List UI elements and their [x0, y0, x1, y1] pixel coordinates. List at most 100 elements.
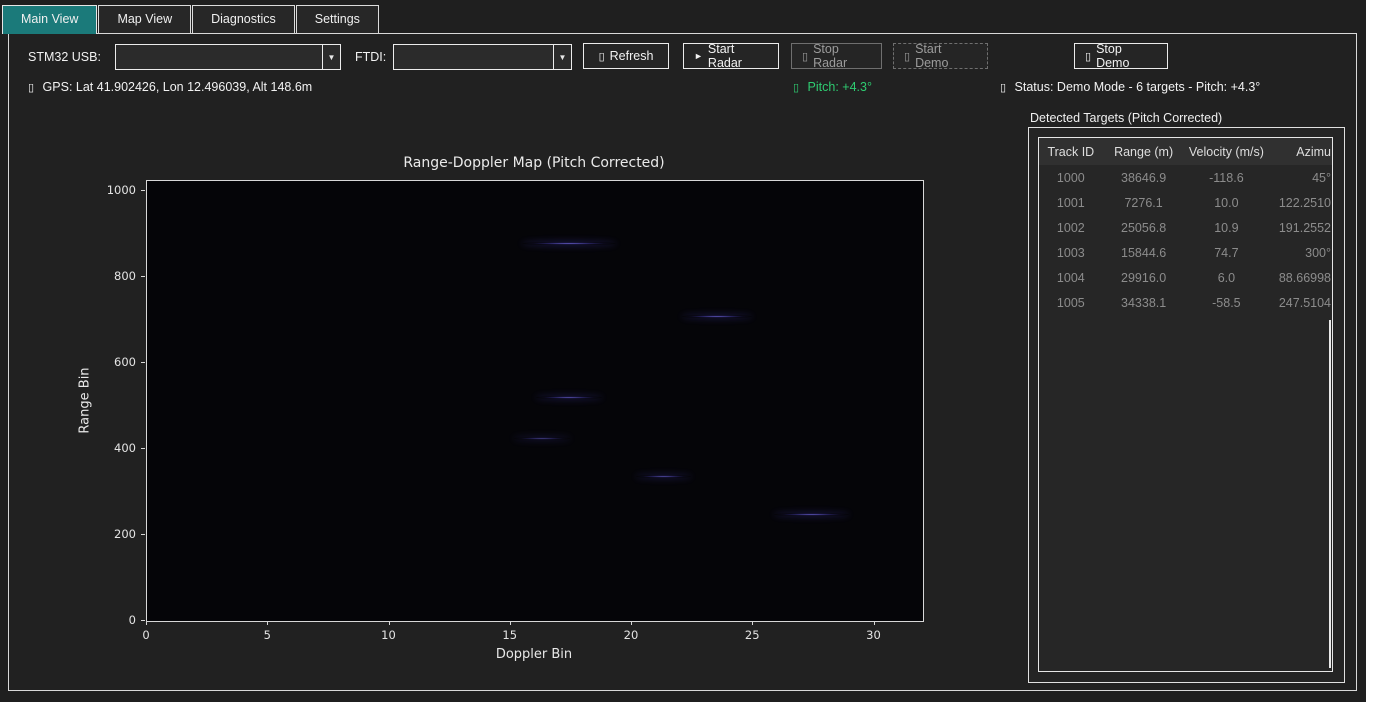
table-cell: 45°: [1268, 171, 1332, 185]
start-radar-button-label: Start Radar: [708, 42, 768, 70]
app-window: Main View Map View Diagnostics Settings …: [0, 0, 1366, 702]
table-cell: 15844.6: [1103, 246, 1185, 260]
stm32-dropdown-button[interactable]: ▼: [322, 45, 340, 69]
tab-settings[interactable]: Settings: [296, 5, 379, 33]
refresh-button-label: Refresh: [610, 49, 654, 63]
stop-demo-button-label: Stop Demo: [1096, 42, 1157, 70]
x-tick-label: 25: [732, 628, 772, 642]
column-header-range[interactable]: Range (m): [1103, 145, 1185, 159]
y-tick-label: 600: [88, 355, 136, 369]
status-icon: ▯: [1000, 82, 1006, 94]
column-header-azimuth[interactable]: Azimu: [1268, 145, 1332, 159]
gps-status: ▯ GPS: Lat 41.902426, Lon 12.496039, Alt…: [28, 80, 312, 94]
pitch-indicator: ▯ Pitch: +4.3°: [793, 80, 872, 94]
table-cell: 1000: [1039, 171, 1103, 185]
targets-table: Track ID Range (m) Velocity (m/s) Azimu …: [1038, 137, 1333, 672]
table-cell: 34338.1: [1103, 296, 1185, 310]
table-cell: 1005: [1039, 296, 1103, 310]
table-cell: 10.9: [1185, 221, 1269, 235]
target-streak: [536, 396, 601, 399]
pitch-icon: ▯: [793, 82, 799, 94]
table-cell: 1004: [1039, 271, 1103, 285]
table-cell: 300°: [1268, 246, 1332, 260]
table-row[interactable]: 10017276.110.0122.2510: [1039, 190, 1332, 215]
target-streak: [522, 242, 617, 245]
x-tick-label: 0: [126, 628, 166, 642]
column-header-velocity[interactable]: Velocity (m/s): [1185, 145, 1269, 159]
ftdi-port-select[interactable]: ▼: [393, 44, 572, 70]
table-cell: 191.2552: [1268, 221, 1332, 235]
gps-status-text: GPS: Lat 41.902426, Lon 12.496039, Alt 1…: [43, 80, 313, 94]
table-cell: 6.0: [1185, 271, 1269, 285]
ftdi-label: FTDI:: [355, 50, 386, 64]
targets-table-header: Track ID Range (m) Velocity (m/s) Azimu: [1039, 138, 1332, 165]
plot-x-axis-label: Doppler Bin: [146, 647, 922, 662]
stm32-port-value: [116, 45, 322, 69]
table-cell: 10.0: [1185, 196, 1269, 210]
table-cell: 1001: [1039, 196, 1103, 210]
table-cell: 247.5104: [1268, 296, 1332, 310]
table-cell: 25056.8: [1103, 221, 1185, 235]
target-streak: [682, 315, 752, 318]
tab-main-view[interactable]: Main View: [2, 5, 97, 34]
table-row[interactable]: 100534338.1-58.5247.5104: [1039, 290, 1332, 315]
gps-icon: ▯: [28, 82, 34, 94]
ftdi-dropdown-button[interactable]: ▼: [553, 45, 571, 69]
table-row[interactable]: 100038646.9-118.645°: [1039, 165, 1332, 190]
targets-table-body: 100038646.9-118.645°10017276.110.0122.25…: [1039, 165, 1332, 315]
table-cell: -58.5: [1185, 296, 1269, 310]
pitch-indicator-text: Pitch: +4.3°: [808, 80, 872, 94]
x-tick-label: 10: [369, 628, 409, 642]
table-cell: 88.66998: [1268, 271, 1332, 285]
targets-panel-title: Detected Targets (Pitch Corrected): [1030, 111, 1222, 125]
stop-icon: ▯: [802, 50, 808, 63]
start-demo-button: ▯ Start Demo: [893, 43, 988, 69]
column-header-track-id[interactable]: Track ID: [1039, 145, 1103, 159]
stm32-port-select[interactable]: ▼: [115, 44, 341, 70]
target-streak: [514, 437, 570, 440]
tab-bar: Main View Map View Diagnostics Settings: [2, 5, 380, 34]
table-cell: 38646.9: [1103, 171, 1185, 185]
target-streak: [774, 513, 849, 516]
tab-map-view[interactable]: Map View: [98, 5, 191, 33]
x-tick-label: 15: [490, 628, 530, 642]
y-tick-label: 200: [88, 527, 136, 541]
y-tick-label: 0: [88, 613, 136, 627]
table-cell: 29916.0: [1103, 271, 1185, 285]
table-row[interactable]: 100315844.674.7300°: [1039, 240, 1332, 265]
plot-title: Range-Doppler Map (Pitch Corrected): [146, 155, 922, 171]
stop-radar-button: ▯ Stop Radar: [791, 43, 882, 69]
y-tick-label: 400: [88, 441, 136, 455]
x-tick-label: 5: [247, 628, 287, 642]
demo-status-text: Status: Demo Mode - 6 targets - Pitch: +…: [1015, 80, 1261, 94]
table-cell: -118.6: [1185, 171, 1269, 185]
range-doppler-heatmap: [146, 180, 924, 622]
target-streak: [636, 475, 692, 478]
demo-icon: ▯: [904, 50, 910, 63]
start-radar-button[interactable]: ► Start Radar: [683, 43, 779, 69]
chevron-down-icon: ▼: [328, 53, 336, 62]
stop-demo-button[interactable]: ▯ Stop Demo: [1074, 43, 1168, 69]
plot-y-axis-label: Range Bin: [78, 361, 93, 441]
stop-icon: ▯: [1085, 50, 1091, 63]
table-scrollbar[interactable]: [1329, 320, 1331, 668]
y-tick-label: 800: [88, 269, 136, 283]
x-tick-label: 30: [854, 628, 894, 642]
stm32-usb-label: STM32 USB:: [28, 50, 101, 64]
start-demo-button-label: Start Demo: [915, 42, 977, 70]
ftdi-port-value: [394, 45, 553, 69]
play-icon: ►: [694, 51, 703, 61]
stop-radar-button-label: Stop Radar: [813, 42, 871, 70]
chevron-down-icon: ▼: [559, 53, 567, 62]
refresh-button[interactable]: ▯ Refresh: [583, 43, 669, 69]
refresh-icon: ▯: [599, 50, 605, 63]
table-row[interactable]: 100225056.810.9191.2552: [1039, 215, 1332, 240]
tab-diagnostics[interactable]: Diagnostics: [192, 5, 295, 33]
table-row[interactable]: 100429916.06.088.66998: [1039, 265, 1332, 290]
x-tick-label: 20: [611, 628, 651, 642]
table-cell: 7276.1: [1103, 196, 1185, 210]
demo-status: ▯ Status: Demo Mode - 6 targets - Pitch:…: [1000, 80, 1260, 94]
table-cell: 1003: [1039, 246, 1103, 260]
table-cell: 122.2510: [1268, 196, 1332, 210]
y-tick-label: 1000: [88, 183, 136, 197]
